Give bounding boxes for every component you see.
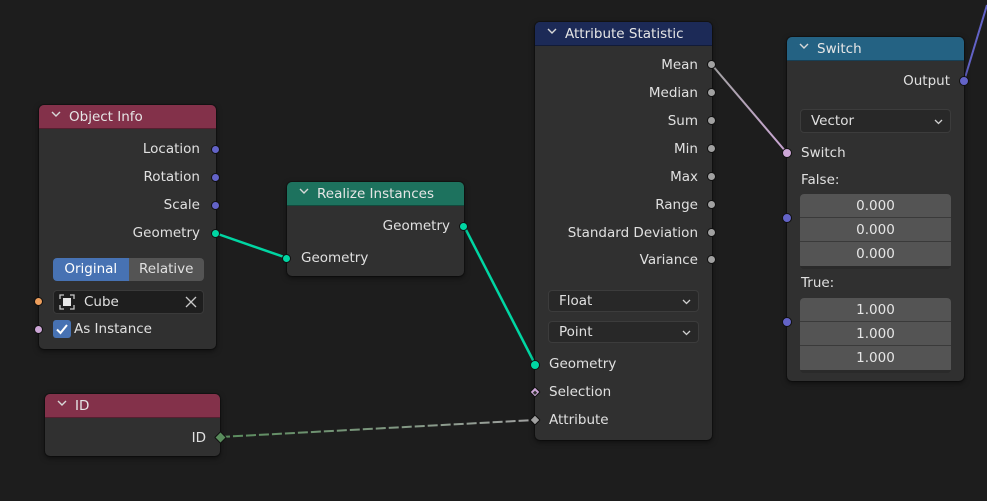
socket-max[interactable]: [707, 172, 716, 181]
chevron-down-icon[interactable]: [57, 400, 67, 409]
as-instance-checkbox[interactable]: [53, 320, 71, 338]
input-switch: Switch: [801, 145, 846, 161]
input-geometry: Geometry: [549, 356, 617, 372]
close-icon[interactable]: [185, 296, 197, 312]
node-object-info[interactable]: Object Info Location Rotation Scale Geom…: [34, 105, 220, 349]
output-variance: Variance: [639, 252, 698, 268]
socket-min[interactable]: [707, 144, 716, 153]
output-scale: Scale: [163, 197, 200, 213]
link-switch-output-offscreen[interactable]: [963, 4, 987, 82]
socket-id-out[interactable]: [214, 431, 227, 444]
socket-sum[interactable]: [707, 116, 716, 125]
socket-location[interactable]: [211, 145, 220, 154]
node-title: ID: [75, 397, 90, 414]
input-attribute: Attribute: [549, 412, 609, 428]
true-label: True:: [801, 275, 835, 291]
link-id-to-attrstat-attribute[interactable]: [219, 419, 536, 438]
output-location: Location: [142, 141, 200, 157]
socket-attribute-in[interactable]: [529, 414, 541, 426]
socket-rotation[interactable]: [211, 173, 220, 182]
output-range: Range: [655, 197, 698, 213]
socket-geometry-in[interactable]: [530, 360, 540, 370]
option-original[interactable]: Original: [53, 258, 129, 281]
node-header[interactable]: Attribute Statistic: [535, 22, 712, 46]
socket-mean[interactable]: [707, 60, 716, 69]
node-title: Attribute Statistic: [565, 25, 684, 42]
true-y-field[interactable]: 1.000: [800, 322, 951, 346]
chevron-down-icon[interactable]: [547, 28, 557, 37]
false-vector-field[interactable]: 0.000 0.000 0.000: [800, 194, 951, 269]
output-min: Min: [674, 141, 698, 157]
input-geometry: Geometry: [301, 250, 369, 266]
node-id[interactable]: ID ID: [45, 394, 227, 456]
transform-space-toggle[interactable]: Original Relative: [53, 258, 204, 281]
output-output: Output: [903, 73, 950, 89]
socket-geometry-in[interactable]: [282, 254, 291, 263]
output-sum: Sum: [667, 113, 698, 129]
socket-variance[interactable]: [707, 255, 716, 264]
socket-true-in[interactable]: [782, 317, 792, 327]
data-type-dropdown[interactable]: Float: [548, 290, 699, 312]
output-max: Max: [670, 169, 698, 185]
true-x-field[interactable]: 1.000: [800, 298, 951, 322]
object-field[interactable]: Cube: [53, 290, 204, 314]
socket-scale[interactable]: [211, 201, 220, 210]
node-header[interactable]: Switch: [787, 37, 964, 61]
output-id: ID: [191, 430, 206, 446]
chevron-down-icon[interactable]: [799, 43, 809, 52]
socket-geometry-out[interactable]: [459, 222, 468, 231]
chevron-down-icon[interactable]: [51, 111, 61, 120]
true-z-field[interactable]: 1.000: [800, 346, 951, 370]
node-realize-instances[interactable]: Realize Instances Geometry Geometry: [282, 182, 468, 276]
socket-object-in[interactable]: [34, 297, 43, 306]
socket-range[interactable]: [707, 200, 716, 209]
node-title: Object Info: [69, 108, 143, 125]
option-relative[interactable]: Relative: [128, 258, 204, 281]
socket-standard-deviation[interactable]: [707, 228, 716, 237]
false-label: False:: [801, 172, 840, 188]
input-type-dropdown[interactable]: Vector: [800, 109, 951, 133]
data-type-value: Float: [559, 293, 593, 309]
output-mean: Mean: [661, 57, 698, 73]
domain-dropdown[interactable]: Point: [548, 321, 699, 343]
socket-false-in[interactable]: [782, 213, 792, 223]
chevron-down-icon: [682, 322, 691, 348]
socket-switch-in[interactable]: [782, 148, 792, 158]
false-x-field[interactable]: 0.000: [800, 194, 951, 218]
false-z-field[interactable]: 0.000: [800, 242, 951, 266]
true-vector-field[interactable]: 1.000 1.000 1.000: [800, 298, 951, 373]
chevron-down-icon: [682, 291, 691, 317]
socket-geometry-out[interactable]: [211, 229, 220, 238]
output-median: Median: [648, 85, 698, 101]
output-standard-deviation: Standard Deviation: [567, 225, 698, 241]
output-geometry: Geometry: [382, 218, 450, 234]
node-title: Realize Instances: [317, 185, 434, 202]
node-title: Switch: [817, 40, 862, 57]
link-objinfo-geometry-to-realize[interactable]: [214, 231, 288, 260]
node-header[interactable]: Realize Instances: [287, 182, 464, 206]
chevron-down-icon[interactable]: [299, 188, 309, 197]
object-cube-icon: [59, 294, 75, 314]
input-selection: Selection: [549, 384, 612, 400]
node-attribute-statistic[interactable]: Attribute Statistic Mean Median Sum Min …: [529, 22, 716, 440]
field-dot-icon: [532, 389, 538, 395]
false-y-field[interactable]: 0.000: [800, 218, 951, 242]
checkmark-icon: [56, 324, 68, 335]
socket-median[interactable]: [707, 88, 716, 97]
input-type-value: Vector: [811, 113, 855, 129]
link-mean-to-switch[interactable]: [711, 64, 788, 154]
node-header[interactable]: ID: [45, 394, 220, 418]
socket-selection-in[interactable]: [529, 386, 541, 398]
socket-as-instance-in[interactable]: [34, 325, 43, 334]
chevron-down-icon: [934, 110, 943, 139]
output-rotation: Rotation: [143, 169, 200, 185]
node-header[interactable]: Object Info: [39, 105, 216, 129]
as-instance-label: As Instance: [74, 321, 152, 337]
output-geometry: Geometry: [132, 225, 200, 241]
object-field-value: Cube: [84, 294, 119, 310]
domain-value: Point: [559, 324, 593, 340]
socket-output[interactable]: [959, 76, 969, 86]
node-switch[interactable]: Switch Output Vector Switch False: 0.000…: [782, 37, 969, 381]
link-realize-to-attrstat-geometry[interactable]: [462, 225, 537, 365]
